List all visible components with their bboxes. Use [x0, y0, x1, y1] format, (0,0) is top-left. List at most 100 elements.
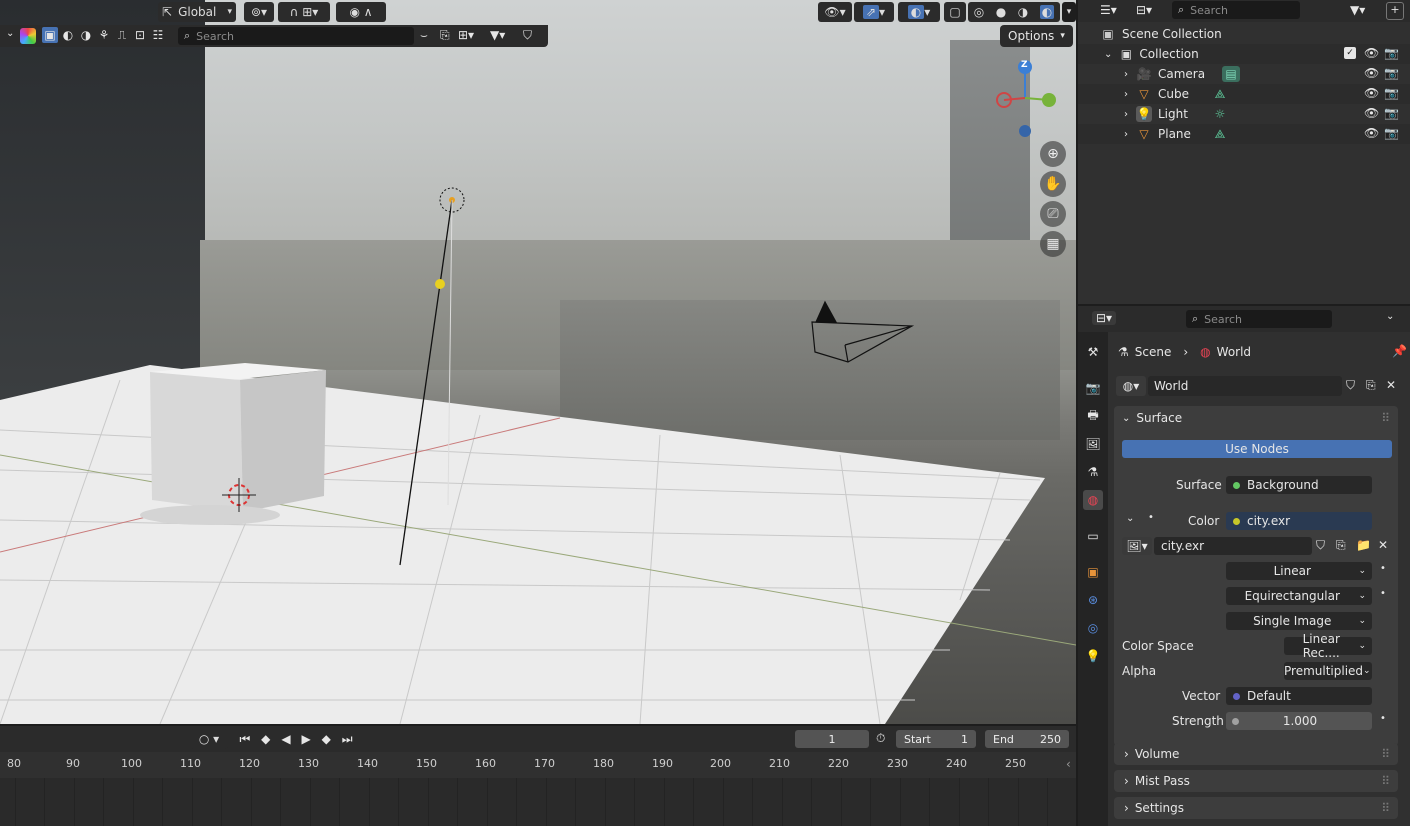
- object-filter-icon[interactable]: ⎍: [114, 27, 130, 43]
- eye-icon[interactable]: 👁: [1364, 86, 1379, 100]
- visibility-dropdown[interactable]: 👁▾: [818, 2, 852, 22]
- settings-panel[interactable]: › Settings ⠿: [1114, 797, 1398, 819]
- navigation-gizmo[interactable]: Z: [992, 58, 1058, 138]
- mesh-data-icon[interactable]: ⟁: [1212, 126, 1228, 142]
- render-camera-icon[interactable]: 📷: [1384, 46, 1399, 60]
- keying-dropdown[interactable]: ○ ▾: [190, 729, 228, 749]
- use-nodes-button[interactable]: Use Nodes: [1122, 440, 1392, 458]
- start-frame-field[interactable]: Start 1: [896, 730, 976, 748]
- tool-tab-icon[interactable]: ⚒: [1083, 342, 1103, 362]
- outliner-item-plane[interactable]: › ▽ Plane ⟁ 👁 📷: [1078, 124, 1410, 144]
- pan-button[interactable]: ✋: [1040, 171, 1066, 197]
- folder-icon[interactable]: 📁: [1356, 538, 1371, 552]
- fake-user-icon[interactable]: ⛉: [1316, 538, 1325, 553]
- world-name-field[interactable]: World: [1148, 376, 1342, 396]
- camera-data-icon[interactable]: ▤: [1222, 66, 1240, 82]
- collection-row[interactable]: ⌄ ▣ Collection ✓ 👁 📷: [1078, 44, 1410, 64]
- shield-icon[interactable]: ⛉: [523, 28, 532, 43]
- output-tab-icon[interactable]: 🖶: [1083, 406, 1103, 426]
- sort-dropdown-icon[interactable]: ⊞▾: [458, 28, 474, 42]
- image-browse-button[interactable]: 🖼▾: [1122, 537, 1152, 555]
- pin-icon[interactable]: 📌: [1392, 344, 1407, 358]
- mesh-filter-icon[interactable]: ◐: [60, 27, 76, 43]
- world-tab-icon[interactable]: ◍: [1083, 490, 1103, 510]
- render-camera-icon[interactable]: 📷: [1384, 126, 1399, 140]
- eye-icon[interactable]: 👁: [1364, 126, 1379, 140]
- material-preview-icon[interactable]: ◑: [1018, 5, 1028, 19]
- mist-pass-panel[interactable]: › Mist Pass ⠿: [1114, 770, 1398, 792]
- empty-filter-icon[interactable]: ☷: [150, 27, 166, 43]
- timeline-ruler[interactable]: 80 90 100 110 120 130 140 150 160 170 18…: [0, 752, 1076, 778]
- strength-field[interactable]: 1.000: [1226, 712, 1372, 730]
- camera-filter-icon[interactable]: ⊡: [132, 27, 148, 43]
- view-layer-tab-icon[interactable]: 🖼: [1083, 434, 1103, 454]
- render-tab-icon[interactable]: 📷: [1083, 378, 1103, 398]
- viewport-search-input[interactable]: ⌕ Search: [178, 27, 414, 45]
- orientation-dropdown[interactable]: ⇱ Global ▾: [158, 2, 236, 22]
- shading-dropdown[interactable]: ▾: [1062, 2, 1076, 22]
- interpolation-dropdown[interactable]: Linear ⌄: [1226, 562, 1372, 580]
- world-browse-button[interactable]: ◍▾: [1116, 376, 1146, 396]
- stopwatch-icon[interactable]: ⏱: [876, 731, 885, 746]
- volume-panel[interactable]: › Volume ⠿: [1114, 743, 1398, 765]
- 3d-viewport[interactable]: ⇱ Global ▾ ⊚▾ ∩ ⊞▾ ◉ ∧ 👁▾ ⇗ ▾ ◐ ▾ ▢ ◎ ● ◑ …: [0, 0, 1076, 724]
- object-tab-icon[interactable]: ▣: [1083, 562, 1103, 582]
- outliner-item-camera[interactable]: › 🎥 Camera ▤ 👁 📷: [1078, 64, 1410, 84]
- data-tab-icon[interactable]: 💡: [1083, 646, 1103, 666]
- proportional-edit[interactable]: ◉ ∧: [336, 2, 386, 22]
- drag-handle-icon[interactable]: ⠿: [1381, 747, 1390, 761]
- play-icon[interactable]: ▶: [301, 732, 310, 746]
- exclude-checkbox[interactable]: ✓: [1344, 47, 1356, 59]
- snap-toggle[interactable]: ∩ ⊞▾: [278, 2, 330, 22]
- display-mode-icon[interactable]: ⊟▾: [1136, 3, 1152, 17]
- keyframe-dot-icon[interactable]: •: [1380, 563, 1386, 574]
- rendered-icon[interactable]: ◐: [1039, 5, 1055, 19]
- drag-handle-icon[interactable]: ⠿: [1381, 411, 1390, 425]
- editor-type-icon[interactable]: ☰▾: [1100, 3, 1117, 17]
- duplicate-icon[interactable]: ⎘: [1366, 378, 1376, 393]
- fake-user-icon[interactable]: ⛉: [1346, 378, 1355, 393]
- chevron-down-icon[interactable]: ⌄: [1104, 49, 1112, 60]
- zoom-button[interactable]: ⊕: [1040, 141, 1066, 167]
- next-keyframe-icon[interactable]: ◆: [322, 732, 331, 746]
- collection-tab-icon[interactable]: ▭: [1083, 526, 1103, 546]
- play-reverse-icon[interactable]: ◀: [281, 732, 290, 746]
- render-camera-icon[interactable]: 📷: [1384, 106, 1399, 120]
- overlays-toggle[interactable]: ◐ ▾: [898, 2, 940, 22]
- outliner-item-light[interactable]: › 💡 Light ☼ 👁 📷: [1078, 104, 1410, 124]
- chevron-down-icon[interactable]: ⌄: [1126, 513, 1134, 524]
- light-filter-icon[interactable]: ⚘: [96, 27, 112, 43]
- new-collection-icon[interactable]: +: [1386, 2, 1404, 20]
- properties-search-input[interactable]: ⌕ Search: [1186, 310, 1332, 328]
- solid-icon[interactable]: ●: [996, 5, 1006, 19]
- prev-keyframe-icon[interactable]: ◆: [261, 732, 270, 746]
- outliner[interactable]: ☰▾ ⊟▾ ⌕ Search ▼▾ + ▣ Scene Collection ⌄…: [1078, 0, 1410, 304]
- jump-start-icon[interactable]: ⏮: [239, 732, 250, 747]
- options-button[interactable]: Options ▾: [1000, 25, 1073, 47]
- funnel-icon[interactable]: ▼▾: [490, 28, 505, 42]
- filter-icon[interactable]: ▼▾: [1350, 3, 1365, 17]
- projection-dropdown[interactable]: Equirectangular ⌄: [1226, 587, 1372, 605]
- chevron-down-icon[interactable]: ⌄: [1386, 311, 1394, 322]
- drag-handle-icon[interactable]: ⠿: [1381, 774, 1390, 788]
- eye-icon[interactable]: 👁: [1364, 46, 1379, 60]
- eye-icon[interactable]: 👁: [1364, 106, 1379, 120]
- source-dropdown[interactable]: Single Image ⌄: [1226, 612, 1372, 630]
- chevron-down-icon[interactable]: ⌄: [6, 28, 14, 39]
- vector-input-field[interactable]: Default: [1226, 687, 1372, 705]
- chevron-right-icon[interactable]: ›: [1124, 89, 1128, 100]
- material-filter-icon[interactable]: ◑: [78, 27, 94, 43]
- keyframe-dot-icon[interactable]: •: [1380, 713, 1386, 724]
- bookmark-icon[interactable]: ⎘: [440, 28, 450, 43]
- physics-tab-icon[interactable]: ◎: [1083, 618, 1103, 638]
- sidebar-toggle-icon[interactable]: ‹: [1066, 757, 1071, 771]
- wireframe-icon[interactable]: ◎: [974, 5, 984, 19]
- scene-collection-row[interactable]: ▣ Scene Collection: [1078, 24, 1410, 44]
- color-space-dropdown[interactable]: Linear Rec.... ⌄: [1284, 632, 1372, 660]
- duplicate-icon[interactable]: ⎘: [1336, 538, 1346, 553]
- render-camera-icon[interactable]: 📷: [1384, 86, 1399, 100]
- color-input-field[interactable]: city.exr: [1226, 512, 1372, 530]
- outliner-search-input[interactable]: ⌕ Search: [1172, 1, 1300, 19]
- jump-end-icon[interactable]: ⏭: [342, 732, 353, 747]
- editor-type-icon[interactable]: ⊟▾: [1092, 311, 1117, 325]
